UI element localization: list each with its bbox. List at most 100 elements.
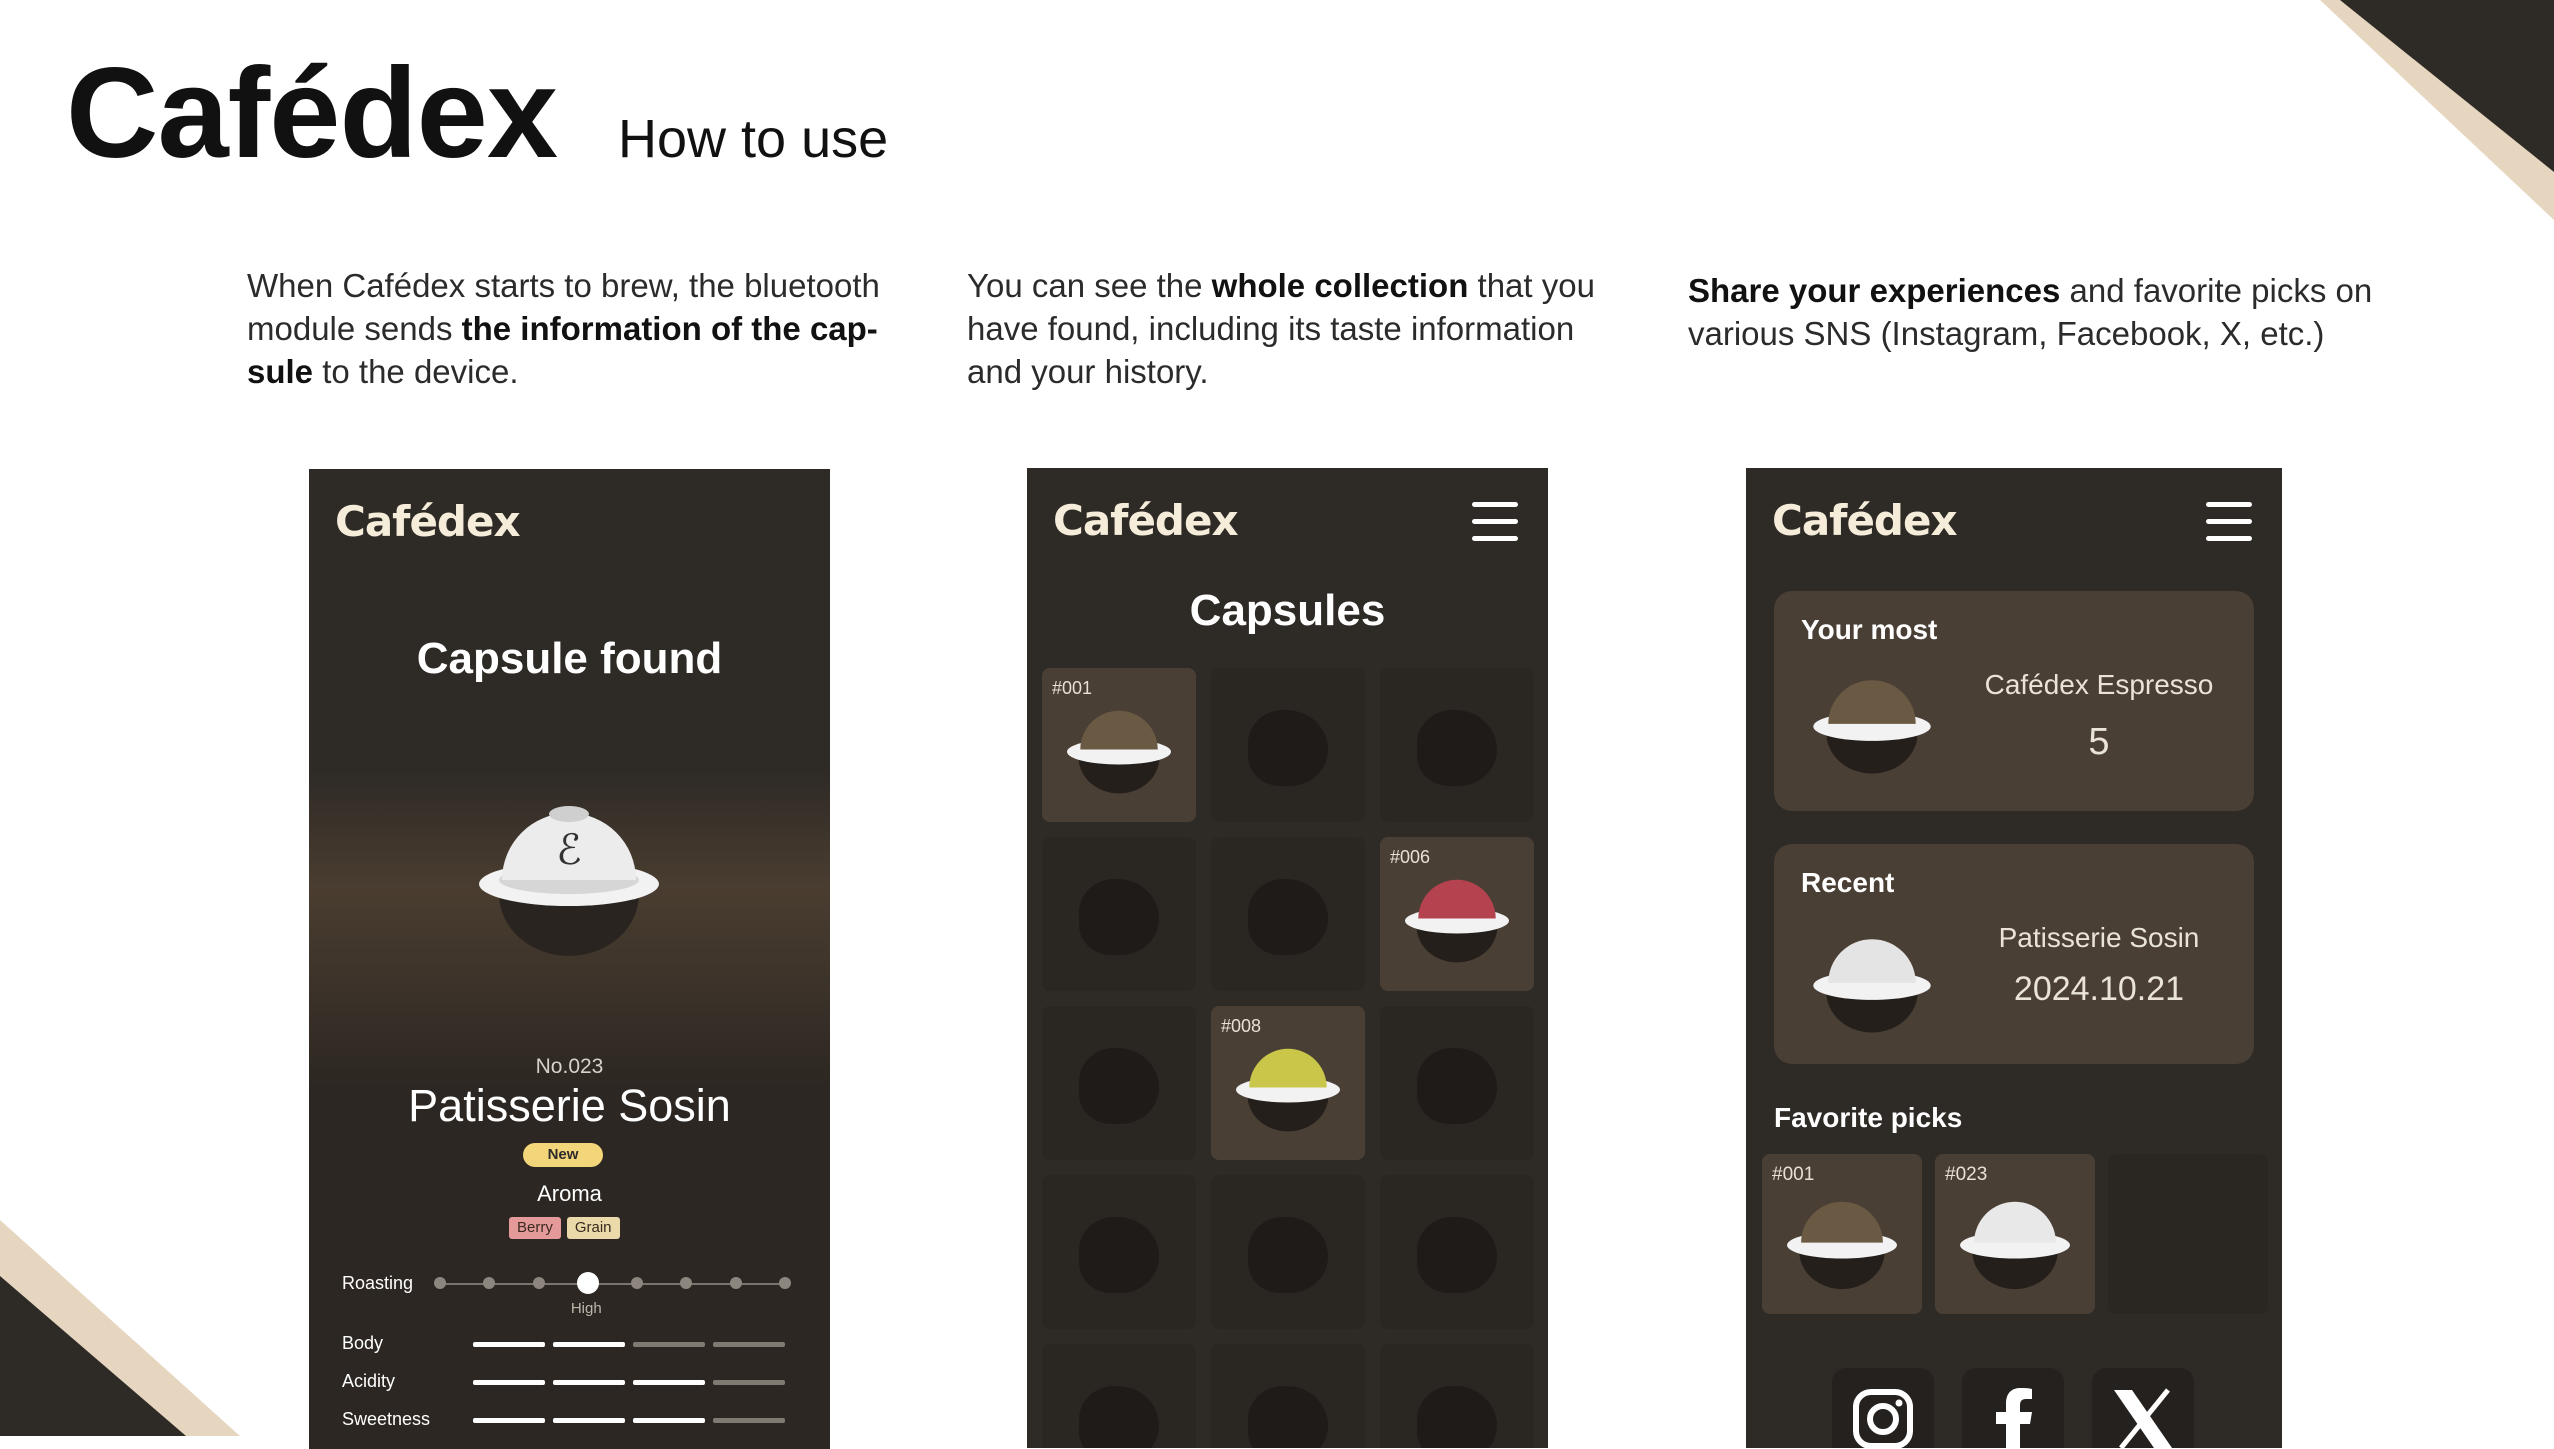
favorite-pick-empty[interactable] — [2108, 1154, 2268, 1314]
capsule-cell-locked[interactable] — [1211, 1175, 1365, 1329]
roasting-label: Roasting — [342, 1273, 414, 1293]
most-capsule-count: 5 — [2088, 721, 2110, 763]
attribute-bar-segment — [473, 1380, 545, 1385]
capsule-silhouette — [1417, 1386, 1497, 1448]
recent-capsule-name: Patisserie Sosin — [1998, 922, 2200, 953]
attribute-bar-segment — [473, 1342, 545, 1347]
capsule-found-title: Capsule found — [416, 634, 723, 683]
capsule-cell-locked[interactable] — [1380, 1006, 1534, 1160]
capsule-cell-locked[interactable] — [1042, 1175, 1196, 1329]
capsule-cell-locked[interactable] — [1380, 1344, 1534, 1448]
phone-capsule-found: Cafédex Capsule found ℰ No.023 Patisseri… — [309, 469, 830, 1449]
capsule-silhouette — [1248, 710, 1328, 786]
app-logo: Cafédex — [1053, 496, 1239, 545]
your-most-heading: Your most — [1801, 614, 1938, 645]
capsule-cell-locked[interactable] — [1380, 668, 1534, 822]
capsule-image — [1236, 1048, 1340, 1132]
attribute-bar-segment — [553, 1418, 625, 1423]
capsule-image — [1813, 939, 1931, 1033]
attribute-bar-segment — [633, 1418, 705, 1423]
roasting-slider-thumb — [576, 1272, 599, 1294]
corner-decoration-top-right — [2320, 0, 2554, 220]
capsule-image — [1787, 1201, 1897, 1290]
description-brew: When Cafédex starts to brew, the bluetoo… — [247, 267, 880, 390]
capsule-cell-locked[interactable] — [1211, 837, 1365, 991]
recent-date: 2024.10.21 — [2013, 970, 2185, 1008]
phone-capsules-collection: Cafédex Capsules #001 #006 #008 — [1027, 468, 1548, 1448]
capsules-title: Capsules — [1189, 586, 1386, 635]
roasting-value: High — [570, 1300, 602, 1317]
recent-card[interactable]: Recent Patisserie Sosin 2024.10.21 — [1774, 844, 2254, 1064]
facebook-icon[interactable] — [1962, 1368, 2064, 1448]
capsule-image — [1813, 680, 1931, 774]
capsule-silhouette — [1248, 1386, 1328, 1448]
roasting-slider-step — [680, 1277, 693, 1289]
new-badge: New — [523, 1143, 603, 1167]
your-most-card[interactable]: Your most Cafédex Espresso 5 — [1774, 591, 2254, 811]
aroma-tags: Berry Grain — [509, 1217, 620, 1239]
roasting-slider-step — [532, 1277, 545, 1289]
capsule-cell[interactable]: #006 — [1380, 837, 1534, 991]
app-logo: Cafédex — [1772, 496, 1958, 545]
capsule-cell-locked[interactable] — [1380, 1175, 1534, 1329]
capsule-silhouette — [1079, 1217, 1159, 1293]
recent-heading: Recent — [1801, 867, 1895, 898]
aroma-tag-grain: Grain — [566, 1217, 620, 1239]
attribute-bar-segment — [473, 1418, 545, 1423]
x-icon[interactable] — [2092, 1368, 2194, 1448]
aroma-tag-berry: Berry — [509, 1217, 561, 1239]
attribute-bar-segment — [553, 1380, 625, 1385]
capsule-silhouette — [1248, 879, 1328, 955]
app-logo: Cafédex — [335, 497, 521, 546]
capsule-cell[interactable]: #001 — [1042, 668, 1196, 822]
attribute-bar-segment — [713, 1342, 785, 1347]
attribute-bar-segment — [553, 1342, 625, 1347]
attribute-bar-segment — [633, 1380, 705, 1385]
capsule-cell-locked[interactable] — [1211, 668, 1365, 822]
capsule-number: No.023 — [535, 1055, 604, 1078]
favorite-picks-heading: Favorite picks — [1774, 1102, 1963, 1133]
capsule-cell-locked[interactable] — [1042, 1344, 1196, 1448]
capsule-silhouette — [1417, 710, 1497, 786]
phone-share: Cafédex Your most Cafédex Espresso 5 Rec… — [1746, 468, 2282, 1448]
corner-decoration-bottom-left — [0, 1220, 240, 1436]
roasting-slider-step — [779, 1277, 791, 1289]
attribute-label-sweetness: Sweetness — [342, 1409, 431, 1429]
capsule-name: Patisserie Sosin — [408, 1080, 731, 1131]
capsule-number: #001 — [1772, 1164, 1815, 1185]
menu-icon[interactable] — [2206, 502, 2252, 542]
attribute-bar-segment — [633, 1342, 705, 1347]
capsule-silhouette — [1079, 1048, 1159, 1124]
capsule-image — [1405, 879, 1509, 963]
favorite-pick-cell[interactable]: #023 — [1935, 1154, 2095, 1314]
capsule-silhouette — [1417, 1048, 1497, 1124]
attribute-bar-segment — [713, 1418, 785, 1423]
capsule-cell[interactable]: #008 — [1211, 1006, 1365, 1160]
roasting-slider-step — [631, 1277, 644, 1289]
capsule-silhouette — [1079, 879, 1159, 955]
capsule-silhouette — [1079, 1386, 1159, 1448]
roasting-slider-step — [434, 1277, 446, 1289]
capsule-cell-locked[interactable] — [1211, 1344, 1365, 1448]
capsule-cell-locked[interactable] — [1042, 837, 1196, 991]
description-collection: You can see the whole collection that yo… — [967, 267, 1595, 390]
roasting-slider-step — [483, 1277, 496, 1289]
capsule-image — [1960, 1201, 2070, 1290]
svg-text:ℰ: ℰ — [556, 825, 581, 874]
capsule-silhouette — [1248, 1217, 1328, 1293]
capsule-image: ℰ — [479, 806, 659, 956]
instagram-icon[interactable] — [1832, 1368, 1934, 1448]
capsule-silhouette — [1417, 1217, 1497, 1293]
menu-icon[interactable] — [1472, 502, 1518, 542]
capsule-number: #023 — [1945, 1164, 1988, 1185]
page-subtitle: How to use — [618, 109, 889, 169]
attribute-bar-segment — [713, 1380, 785, 1385]
roasting-slider-step — [729, 1277, 742, 1289]
capsule-image — [1067, 710, 1171, 794]
capsule-cell-locked[interactable] — [1042, 1006, 1196, 1160]
favorite-pick-cell[interactable]: #001 — [1762, 1154, 1922, 1314]
most-capsule-name: Cafédex Espresso — [1984, 669, 2214, 700]
attribute-label-body: Body — [342, 1333, 384, 1353]
attribute-label-acidity: Acidity — [342, 1371, 396, 1391]
aroma-label: Aroma — [537, 1181, 602, 1206]
